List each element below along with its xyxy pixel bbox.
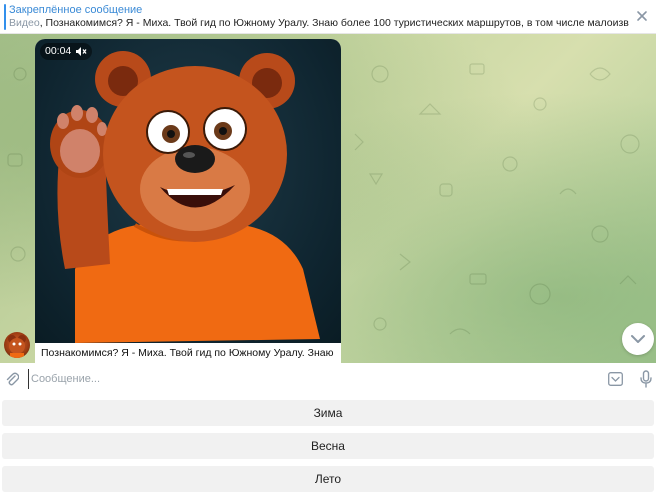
avatar[interactable] (4, 332, 30, 358)
message-caption: Познакомимся? Я - Миха. Твой гид по Южно… (41, 347, 334, 359)
pinned-preview: Видео, Познакомимся? Я - Миха. Твой гид … (9, 17, 629, 30)
scroll-to-bottom-button[interactable] (622, 323, 654, 355)
pinned-message-bar[interactable]: Закреплённое сообщение Видео, Познакомим… (0, 0, 656, 34)
video-duration-badge: 00:04 (40, 43, 93, 60)
message-composer (0, 363, 656, 395)
muted-speaker-icon[interactable] (75, 46, 87, 57)
video-duration: 00:04 (45, 45, 72, 57)
keyboard-button-summer[interactable]: Лето (2, 466, 654, 492)
pinned-accent-line (4, 4, 6, 30)
message-input[interactable] (28, 369, 591, 389)
pinned-preview-text: , Познакомимся? Я - Миха. Твой гид по Юж… (39, 17, 629, 29)
telegram-chat-window: Закреплённое сообщение Видео, Познакомим… (0, 0, 656, 492)
chevron-down-icon (631, 335, 645, 343)
chat-area: 00:04 Познакомимся? Я - Миха. Твой гид п… (0, 34, 656, 363)
pinned-title: Закреплённое сообщение (9, 4, 143, 16)
pinned-media-kind: Видео (9, 17, 40, 29)
video-message-bubble[interactable]: 00:04 Познакомимся? Я - Миха. Твой гид п… (35, 39, 341, 363)
video-player[interactable]: 00:04 (35, 39, 341, 343)
reply-keyboard: Зима Весна Лето (0, 395, 656, 492)
microphone-icon[interactable] (640, 370, 652, 388)
paperclip-icon[interactable] (5, 371, 20, 387)
bot-keyboard-toggle-icon[interactable] (608, 372, 623, 386)
keyboard-button-winter[interactable]: Зима (2, 400, 654, 426)
bear-mascot-image (50, 51, 320, 343)
close-icon[interactable] (634, 8, 650, 24)
keyboard-button-spring[interactable]: Весна (2, 433, 654, 459)
